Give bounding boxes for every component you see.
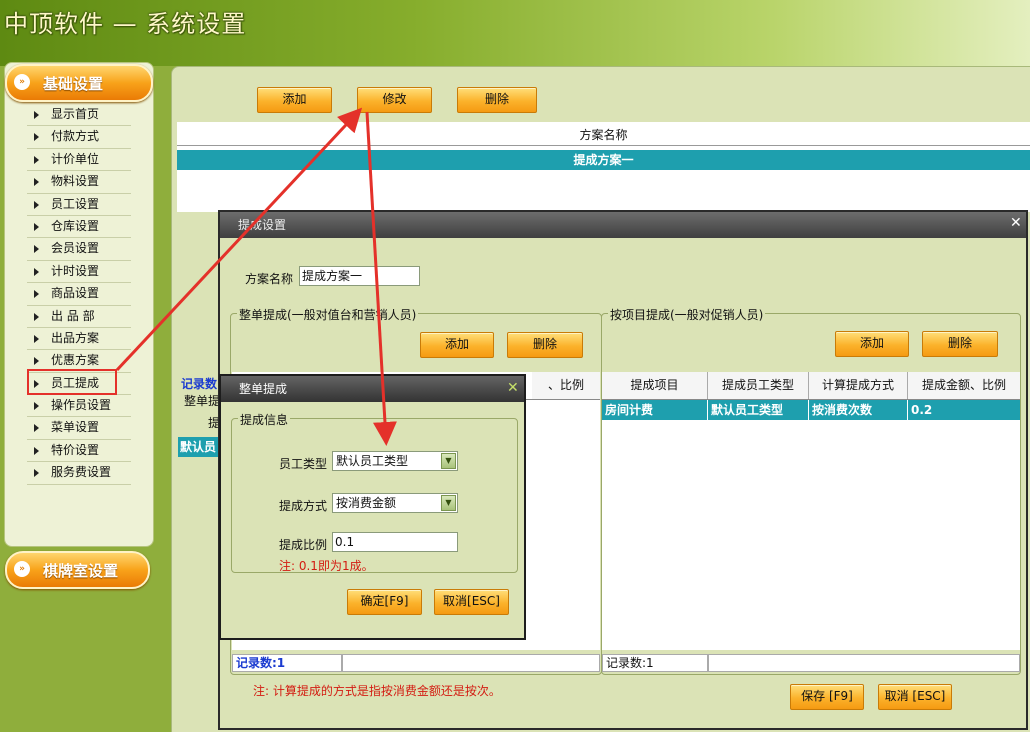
arrow-edit-to-dialog — [365, 111, 397, 446]
annotation-arrows — [115, 107, 397, 446]
arrow-nav-to-edit — [115, 107, 363, 372]
